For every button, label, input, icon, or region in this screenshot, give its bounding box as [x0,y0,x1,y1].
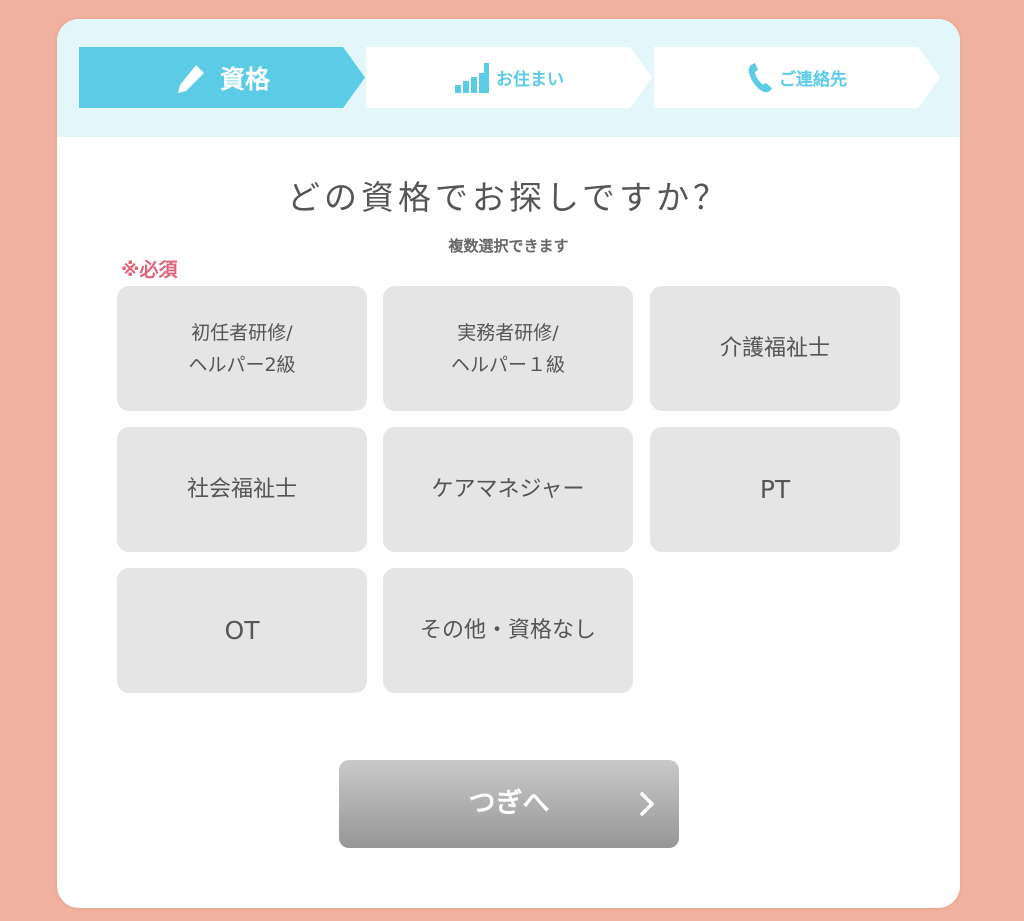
step-label: 資格 [219,64,270,94]
step-qualification: 資格 [79,47,365,108]
option-jitsumusha-kenshu[interactable]: 実務者研修/ ヘルパー１級 [383,286,633,411]
progress-steps: 資格 お住まい ご連絡先 [57,19,960,137]
option-label: 介護福祉士 [719,335,830,361]
step-label: お住まい [496,70,564,90]
option-shakai-fukushishi[interactable]: 社会福祉士 [117,427,367,552]
option-care-manager[interactable]: ケアマネジャー [383,427,633,552]
page-title: どの資格でお探しですか？ [286,178,730,217]
option-other-none[interactable]: その他・資格なし [383,568,633,693]
step-contact: ご連絡先 [654,47,940,108]
option-pt[interactable]: PT [650,427,900,552]
pencil-icon [174,61,208,95]
step-address: お住まい [366,47,652,108]
phone-icon [747,62,773,94]
multi-select-note: 複数選択できます [448,237,569,255]
option-label: ケアマネジャー [431,476,585,502]
option-label: OT [224,615,260,645]
required-label: ※必須 [121,259,178,281]
step-label: ご連絡先 [779,70,847,90]
option-label: 社会福祉士 [186,476,297,502]
chevron-right-icon [639,791,655,821]
option-ot[interactable]: OT [117,568,367,693]
option-label-line: 初任者研修/ [191,321,293,344]
option-label-line: ヘルパー１級 [450,353,565,376]
option-label-line: 実務者研修/ [457,321,559,344]
next-button-label: つぎへ [468,788,550,819]
signal-bars-icon [454,61,490,95]
option-shoninsha-kenshu[interactable]: 初任者研修/ ヘルパー2級 [117,286,367,411]
option-label-line: ヘルパー2級 [188,353,296,376]
option-label: その他・資格なし [419,617,596,643]
option-label: PT [759,474,791,504]
next-button[interactable]: つぎへ [339,760,679,848]
option-kaigo-fukushishi[interactable]: 介護福祉士 [650,286,900,411]
form-card: 資格 お住まい ご連絡先 どの資格でお探しですか？ 複数選択できます ※必須 初… [57,19,960,908]
